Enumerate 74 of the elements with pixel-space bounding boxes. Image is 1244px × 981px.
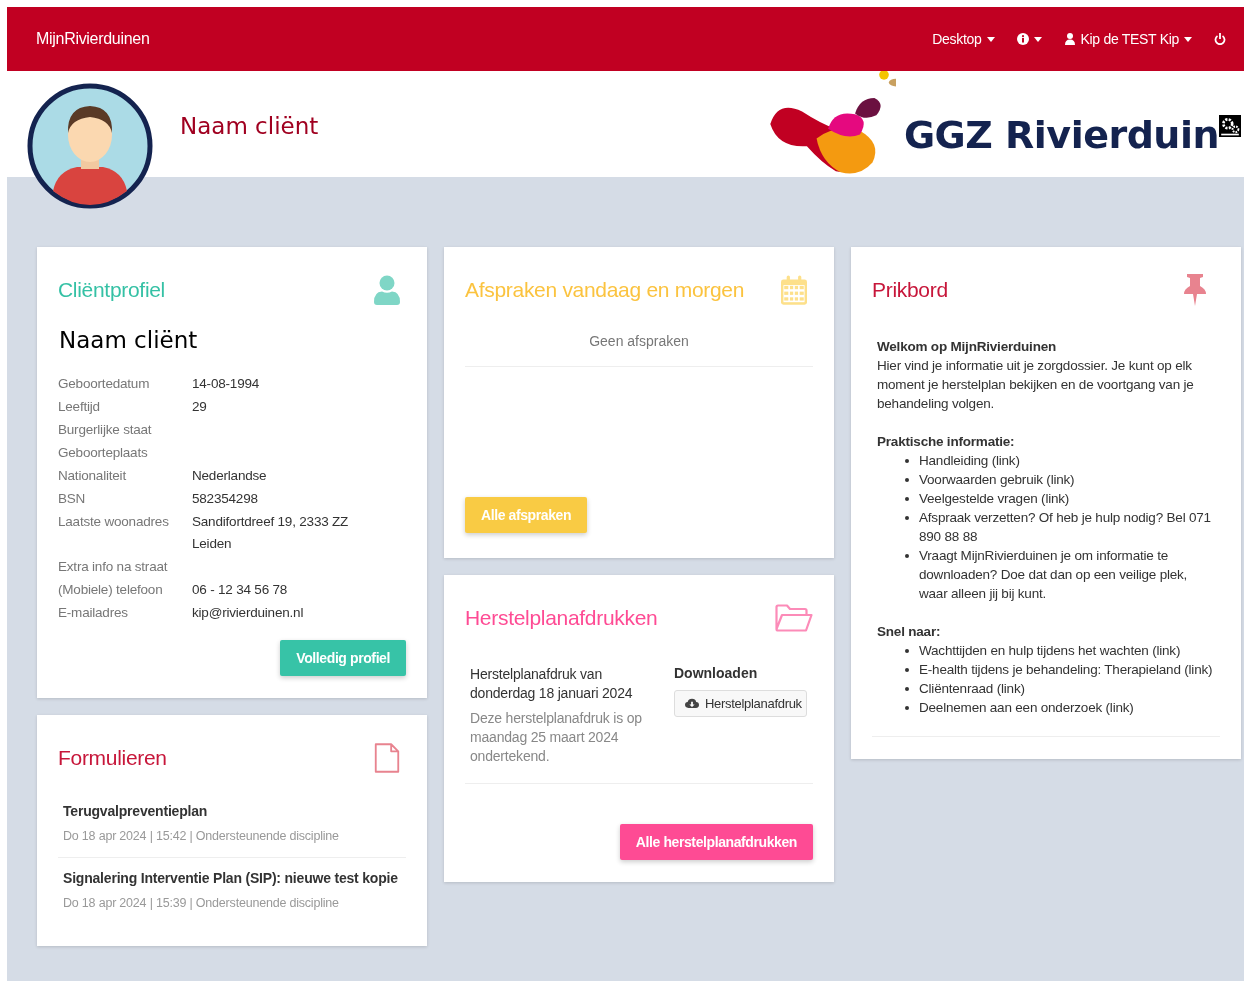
section-heading: Snel naar: (877, 623, 942, 641)
user-menu[interactable]: Kip de TEST Kip (1063, 31, 1192, 47)
download-heading: Downloaden (674, 665, 759, 681)
user-icon (1063, 33, 1076, 45)
list-item-link[interactable]: Wachttijden en hulp tijdens het wachten (link) (919, 641, 1181, 660)
gears-icon[interactable] (1219, 115, 1241, 137)
list-item-link[interactable]: Deelnemen aan een onderzoek (link) (919, 698, 1134, 717)
caret-icon (986, 36, 995, 42)
form-meta: Do 18 apr 2024 | 15:42 | Ondersteunende discipline (63, 829, 340, 843)
field-value: kip@rivierduinen.nl (192, 603, 305, 622)
list-item-link[interactable]: Vraagt MijnRivierduinen je om informatie te downloaden? Doe dat dan op een veilige plek, waar alleen jij bij kunt. (919, 546, 1215, 603)
field-label: Laatste woonadres (58, 513, 170, 531)
list-item-link[interactable]: Handleiding (link) (919, 451, 1020, 470)
field-label: Extra info na straat (58, 557, 169, 576)
card-title: Herstelplanafdrukken (465, 606, 658, 630)
field-value: 29 (192, 398, 208, 416)
field-value: Sandifortdreef 19, 2333 ZZ Leiden (192, 513, 350, 553)
field-label: BSN (58, 490, 87, 508)
section-heading: Praktische informatie: (877, 433, 1016, 451)
bullet-icon (905, 706, 909, 710)
client-name-heading: Naam cliënt (180, 113, 319, 139)
card-title: Afspraken vandaag en morgen (465, 278, 745, 302)
user-icon (374, 275, 400, 305)
folder-icon (775, 604, 813, 632)
calendar-icon (781, 275, 807, 305)
caret-icon (1033, 36, 1042, 42)
field-value: 14-08-1994 (192, 375, 261, 393)
field-value: 582354298 (192, 490, 259, 508)
avatar-silhouette-icon (27, 83, 153, 209)
form-title-link[interactable]: Terugvalpreventieplan (63, 803, 401, 819)
list-item-link[interactable]: Veelgestelde vragen (link) (919, 489, 1070, 508)
card-title: Cliëntprofiel (58, 278, 165, 302)
info-menu[interactable] (1016, 33, 1042, 45)
field-label: Geboorteplaats (58, 444, 149, 462)
field-label: E-mailadres (58, 603, 129, 622)
field-value: Nederlandse (192, 467, 268, 485)
power-icon[interactable] (1214, 33, 1226, 45)
bullet-icon (905, 554, 909, 558)
form-meta: Do 18 apr 2024 | 15:39 | Ondersteunende discipline (63, 896, 340, 910)
print-note: Deze herstelplanafdruk is op maandag 25 maart 2024 ondertekend. (470, 709, 643, 766)
bullet-icon (905, 668, 909, 672)
info-icon (1016, 33, 1029, 45)
client-name: Naam cliënt (59, 327, 199, 353)
empty-message: Geen afspraken (465, 327, 813, 367)
field-label: Nationaliteit (58, 467, 127, 485)
logo-wordmark: GGZ Rivierduin (903, 113, 1219, 157)
cloud-download-icon (685, 698, 699, 709)
bullet-icon (905, 687, 909, 691)
list-item-link[interactable]: Afspraak verzetten? Of heb je hulp nodig? Bel 071 890 88 88 (919, 508, 1215, 546)
list-item-link[interactable]: Voorwaarden gebruik (link) (919, 470, 1075, 489)
desktop-menu[interactable]: Desktop (932, 31, 995, 47)
print-title: Herstelplanafdruk van donderdag 18 januari 2024 (470, 665, 634, 703)
list-item-link[interactable]: Cliëntenraad (link) (919, 679, 1025, 698)
bullet-icon (905, 478, 909, 482)
bullet-icon (905, 459, 909, 463)
bullet-icon (905, 516, 909, 520)
card-title: Formulieren (58, 746, 167, 770)
file-icon (374, 743, 400, 773)
bullet-icon (905, 649, 909, 653)
card-title: Prikbord (872, 278, 948, 302)
brand-link[interactable]: MijnRivierduinen (36, 30, 150, 48)
welcome-text: Hier vind je informatie uit je zorgdossier. Je kunt op elk moment je herstelplan bekijken en de voortgang van je behandeling volgen. (877, 357, 1195, 413)
form-title-link[interactable]: Signalering Interventie Plan (SIP): nieuwe test kopie (63, 870, 401, 886)
field-label: Leeftijd (58, 398, 101, 416)
field-value: 06 - 12 34 56 78 (192, 580, 289, 599)
list-item-link[interactable]: E-health tijdens je behandeling: Therapieland (link) (919, 660, 1213, 679)
field-label: Burgerlijke staat (58, 421, 153, 439)
bullet-icon (905, 497, 909, 501)
caret-icon (1184, 36, 1192, 42)
pushpin-icon (1184, 274, 1206, 306)
welcome-heading: Welkom op MijnRivierduinen (877, 338, 1058, 356)
field-label: (Mobiele) telefoon (58, 580, 164, 599)
download-button[interactable]: Herstelplanafdruk (674, 690, 807, 717)
field-label: Geboortedatum (58, 375, 151, 393)
